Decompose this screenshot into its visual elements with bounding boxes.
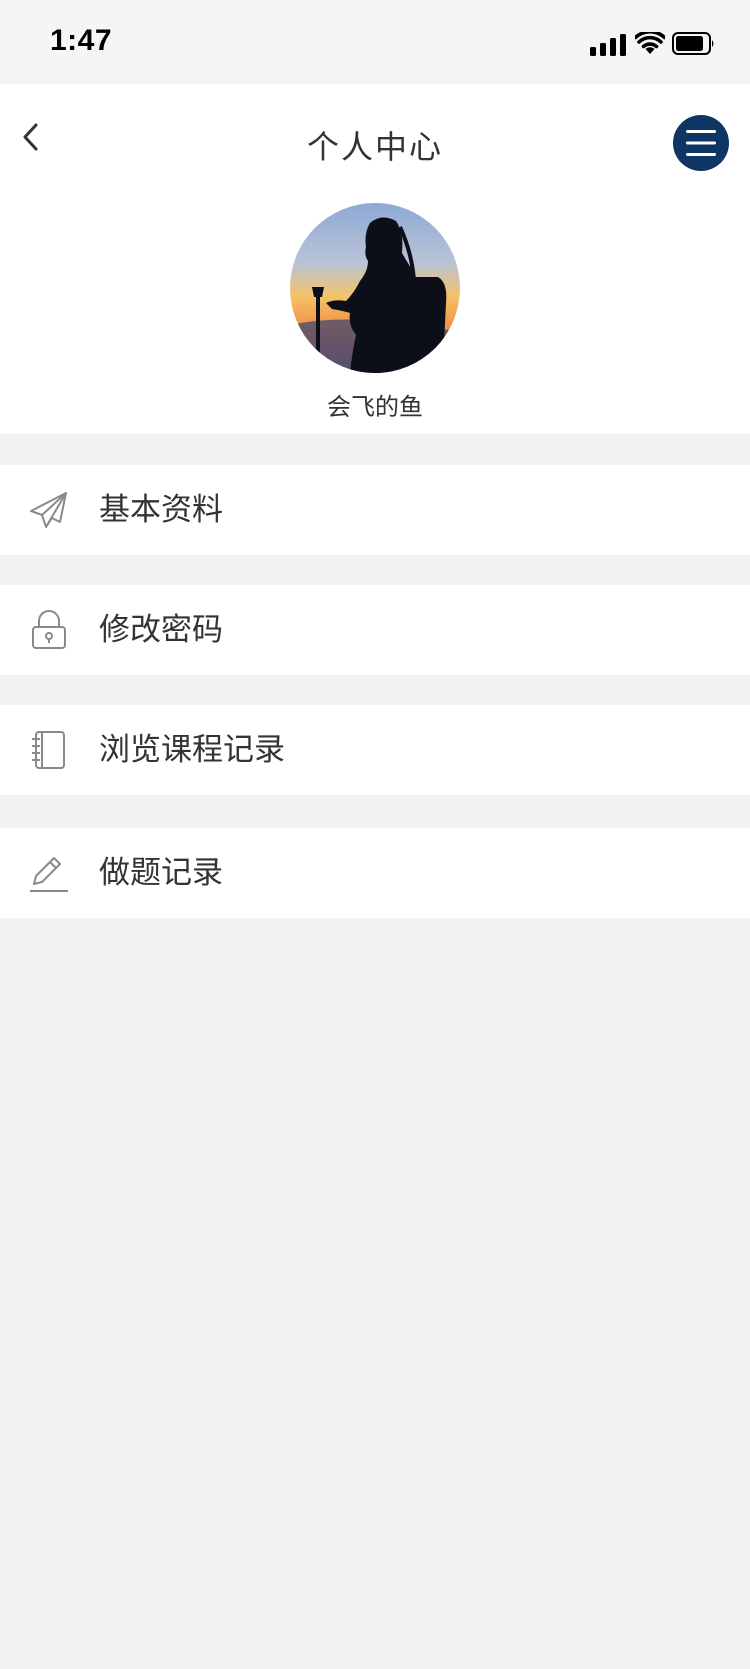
menu-item-change-password[interactable]: 修改密码 <box>0 585 750 675</box>
hamburger-menu-icon <box>686 130 716 156</box>
profile-header: 个人中心 会飞的鱼 <box>0 84 750 434</box>
status-time: 1:47 <box>50 24 113 57</box>
wifi-icon <box>635 32 665 54</box>
menu-item-basic-info[interactable]: 基本资料 <box>0 465 750 555</box>
menu-item-label: 浏览课程记录 <box>99 732 285 768</box>
battery-icon <box>672 32 714 55</box>
avatar-photo <box>290 203 460 373</box>
notebook-icon <box>32 731 65 769</box>
menu-item-exercise-history[interactable]: 做题记录 <box>0 828 750 918</box>
menu-item-label: 做题记录 <box>99 855 223 891</box>
lock-icon <box>32 610 66 649</box>
menu-button[interactable] <box>673 115 729 171</box>
status-bar: 1:47 <box>0 0 750 84</box>
menu-item-label: 修改密码 <box>99 612 223 648</box>
avatar[interactable] <box>290 203 460 373</box>
signal-icon <box>590 34 626 56</box>
menu-item-label: 基本资料 <box>99 492 223 528</box>
paper-plane-icon <box>30 492 67 528</box>
menu-item-course-history[interactable]: 浏览课程记录 <box>0 705 750 795</box>
username: 会飞的鱼 <box>327 393 423 421</box>
pencil-icon <box>30 857 68 892</box>
page-title: 个人中心 <box>306 128 443 166</box>
